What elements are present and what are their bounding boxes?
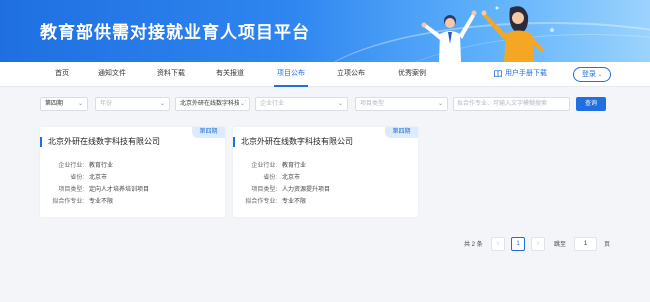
period-badge: 第四期 — [192, 127, 225, 138]
project-card[interactable]: 第四期 北京外研在线数字科技有限公司 企业行业: 教育行业 省份: 北京市 项目类型… — [40, 127, 225, 217]
jump-to-label: 跳至 — [554, 242, 567, 248]
industry-row: 企业行业: 教育行业 — [46, 160, 149, 172]
period-badge: 第四期 — [385, 127, 418, 138]
user-manual-download-link[interactable]: 用户手册下载 — [494, 62, 547, 87]
year-select[interactable]: 年份 ⌄ — [95, 97, 170, 111]
industry-row: 企业行业: 教育行业 — [239, 160, 330, 172]
main-nav: 首页 通知文件 资料下载 有关报道 项目公布 立项公布 优秀案例 用户手册下载 … — [0, 62, 650, 87]
header-banner: 教育部供需对接就业育人项目平台 — [0, 0, 650, 62]
chevron-down-icon: ⌄ — [159, 101, 165, 107]
query-button[interactable]: 查询 — [576, 97, 606, 111]
nav-item-downloads[interactable]: 资料下载 — [157, 62, 185, 87]
project-type-value: 定向人才培养培训项目 — [89, 187, 150, 193]
province-value: 北京市 — [89, 175, 108, 181]
user-manual-label: 用户手册下载 — [505, 70, 547, 77]
nav-item-notices[interactable]: 通知文件 — [98, 62, 126, 87]
major-row: 拟合作专业: 专业不限 — [46, 196, 149, 208]
nav-item-approval-announcements[interactable]: 立项公布 — [337, 62, 365, 87]
project-type-value: 人力资源提升项目 — [282, 187, 331, 193]
industry-label: 企业行业: — [58, 163, 84, 169]
major-search-input[interactable]: 拟合作专业、可输入文字模糊搜索 — [453, 97, 570, 111]
province-row: 省份: 北京市 — [239, 172, 330, 184]
company-name: 北京外研在线数字科技有限公司 — [233, 137, 353, 147]
project-card[interactable]: 第四期 北京外研在线数字科技有限公司 企业行业: 教育行业 省份: 北京市 项目类型… — [233, 127, 418, 217]
book-icon — [494, 70, 502, 78]
jump-page-input[interactable]: 1 — [574, 237, 597, 251]
project-type-label: 项目类型: — [58, 187, 84, 193]
chevron-down-icon: ⌄ — [597, 72, 603, 78]
nav-item-home[interactable]: 首页 — [55, 62, 69, 87]
login-label: 登录 — [581, 71, 596, 78]
chevron-down-icon: ⌄ — [77, 101, 83, 107]
major-label: 拟合作专业: — [245, 199, 277, 205]
page-suffix-label: 页 — [604, 242, 611, 248]
province-row: 省份: 北京市 — [46, 172, 149, 184]
industry-select-placeholder: 企业行业 — [260, 101, 285, 107]
company-name: 北京外研在线数字科技有限公司 — [40, 137, 160, 147]
prev-page-button[interactable]: ‹ — [491, 237, 505, 251]
login-button[interactable]: 登录 ⌄ — [573, 67, 611, 82]
period-select[interactable]: 第四期 ⌄ — [40, 97, 88, 111]
next-page-button[interactable]: › — [531, 237, 545, 251]
province-label: 省份: — [70, 175, 84, 181]
major-label: 拟合作专业: — [52, 199, 84, 205]
province-value: 北京市 — [282, 175, 301, 181]
banner-illustration — [421, 6, 554, 62]
chevron-down-icon: ⌄ — [238, 98, 245, 110]
industry-select[interactable]: 企业行业 ⌄ — [255, 97, 348, 111]
project-type-row: 项目类型: 定向人才培养培训项目 — [46, 184, 149, 196]
project-type-select-placeholder: 项目类型 — [360, 101, 385, 107]
nav-item-project-announcements[interactable]: 项目公布 — [274, 62, 308, 87]
project-type-row: 项目类型: 人力资源提升项目 — [239, 184, 330, 196]
major-row: 拟合作专业: 专业不限 — [239, 196, 330, 208]
nav-item-excellent-cases[interactable]: 优秀案例 — [398, 62, 426, 87]
period-select-value: 第四期 — [45, 101, 64, 107]
industry-value: 教育行业 — [282, 163, 307, 169]
year-select-placeholder: 年份 — [100, 101, 113, 107]
chevron-down-icon: ⌄ — [437, 101, 443, 107]
nav-item-reports[interactable]: 有关报道 — [216, 62, 244, 87]
project-type-select[interactable]: 项目类型 ⌄ — [355, 97, 448, 111]
province-label: 省份: — [263, 175, 277, 181]
site-title: 教育部供需对接就业育人项目平台 — [40, 23, 310, 42]
company-select[interactable]: 北京外研在线数字科技有 ⌄ — [175, 97, 250, 111]
total-count: 共 2 条 — [464, 242, 483, 248]
major-value: 专业不限 — [282, 199, 307, 205]
project-type-label: 项目类型: — [251, 187, 277, 193]
current-page-button[interactable]: 1 — [511, 237, 525, 251]
industry-label: 企业行业: — [251, 163, 277, 169]
chevron-down-icon: ⌄ — [337, 101, 343, 107]
major-value: 专业不限 — [89, 199, 114, 205]
industry-value: 教育行业 — [89, 163, 114, 169]
company-select-value: 北京外研在线数字科技有 — [180, 101, 247, 107]
